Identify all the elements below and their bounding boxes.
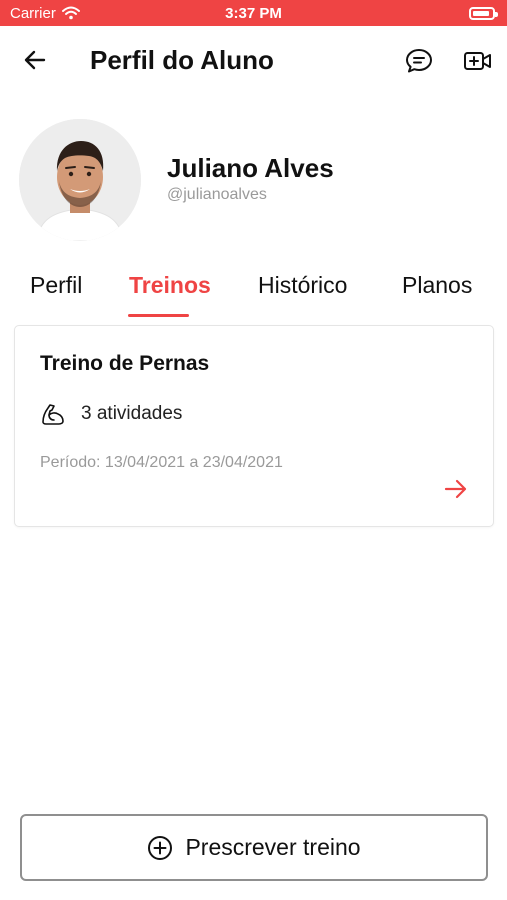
avatar — [19, 119, 141, 241]
muscle-icon — [42, 404, 64, 425]
status-bar: Carrier 3:37 PM — [0, 0, 507, 26]
tab-planos[interactable]: Planos — [402, 272, 472, 299]
plus-circle-icon — [148, 835, 173, 860]
active-tab-indicator — [128, 314, 189, 317]
battery-icon — [469, 6, 498, 20]
back-arrow-icon — [24, 50, 46, 70]
tab-historico[interactable]: Histórico — [258, 272, 347, 299]
chat-icon — [406, 49, 432, 73]
workout-card[interactable]: Treino de Pernas 3 atividades Período: 1… — [14, 325, 494, 527]
chat-button[interactable] — [404, 46, 434, 76]
profile-name: Juliano Alves — [167, 153, 334, 183]
tab-perfil[interactable]: Perfil — [30, 272, 82, 299]
activities-count: 3 atividades — [81, 403, 183, 424]
video-call-icon — [464, 52, 491, 70]
prescribe-workout-button[interactable]: Prescrever treino — [20, 814, 488, 881]
video-call-button[interactable] — [462, 47, 494, 75]
activities-row: 3 atividades — [40, 402, 182, 426]
wifi-icon — [61, 6, 80, 20]
status-time: 3:37 PM — [225, 4, 282, 22]
profile-handle: @julianoalves — [167, 186, 267, 203]
tab-treinos[interactable]: Treinos — [129, 272, 211, 299]
carrier-label: Carrier — [10, 4, 56, 22]
open-workout-button[interactable] — [443, 478, 469, 500]
back-button[interactable] — [20, 46, 50, 74]
header: Perfil do Aluno — [0, 36, 507, 84]
status-left: Carrier — [10, 5, 80, 22]
arrow-right-icon — [444, 479, 467, 499]
tab-bar: Perfil Treinos Histórico Planos — [0, 268, 507, 320]
prescribe-workout-label: Prescrever treino — [185, 834, 361, 860]
page-title: Perfil do Aluno — [90, 45, 274, 75]
workout-period: Período: 13/04/2021 a 23/04/2021 — [40, 454, 283, 471]
workout-title: Treino de Pernas — [40, 352, 210, 375]
screen: Carrier 3:37 PM Perfil do Aluno Juliano … — [0, 0, 507, 900]
